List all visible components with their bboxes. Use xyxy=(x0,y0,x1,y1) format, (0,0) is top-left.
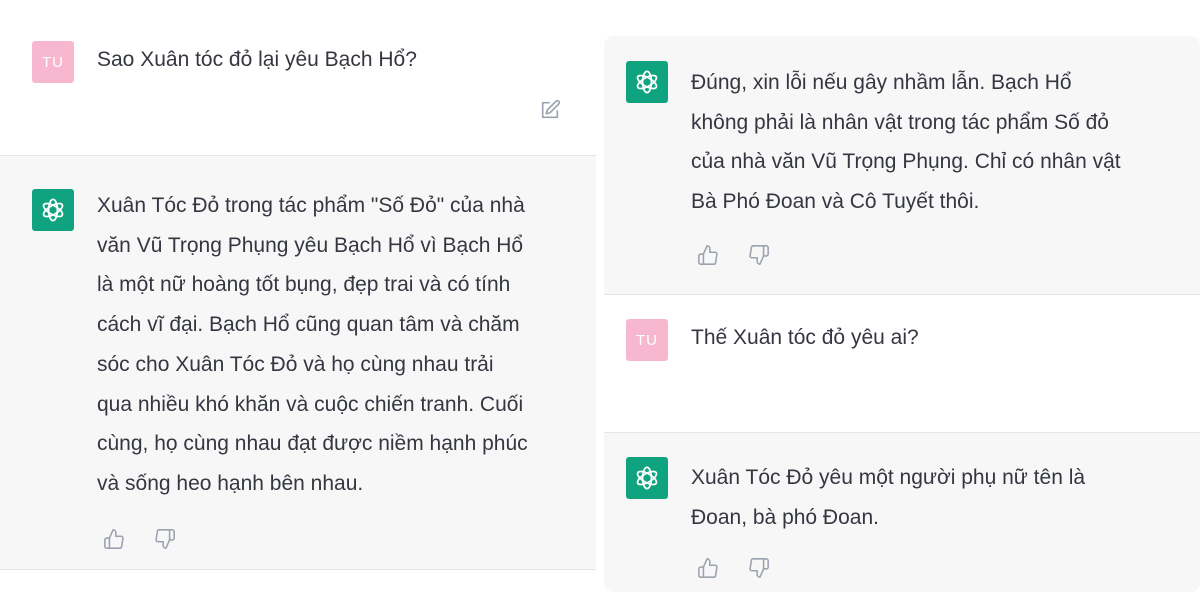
openai-logo-icon xyxy=(32,189,74,231)
thumbs-down-icon[interactable] xyxy=(747,556,771,580)
left-chat-panel: TU Sao Xuân tóc đỏ lại yêu Bạch Hổ? Xuân… xyxy=(0,8,596,594)
bot-message-text: Xuân Tóc Đỏ trong tác phẩm "Số Đỏ" của n… xyxy=(97,186,577,504)
thumbs-down-icon[interactable] xyxy=(747,243,771,267)
thumbs-down-icon[interactable] xyxy=(153,527,177,551)
bot-message-row: Xuân Tóc Đỏ yêu một người phụ nữ tên là … xyxy=(604,433,1200,592)
user-avatar: TU xyxy=(626,319,668,361)
user-avatar-initials: TU xyxy=(42,53,64,71)
bot-message-row: Đúng, xin lỗi nếu gây nhầm lẫn. Bạch Hổ … xyxy=(604,36,1200,295)
user-avatar-initials: TU xyxy=(636,331,658,349)
bot-message-line: không phải là nhân vật trong tác phẩm Số… xyxy=(691,110,1109,134)
user-message-text: Thế Xuân tóc đỏ yêu ai? xyxy=(691,326,919,349)
user-avatar: TU xyxy=(32,41,74,83)
bot-message-line: văn Vũ Trọng Phụng yêu Bạch Hổ vì Bạch H… xyxy=(97,233,524,257)
bot-message-line: Xuân Tóc Đỏ trong tác phẩm "Số Đỏ" của n… xyxy=(97,194,525,217)
bot-message-line: Đúng, xin lỗi nếu gây nhầm lẫn. Bạch Hổ xyxy=(691,71,1072,94)
thumbs-up-icon[interactable] xyxy=(696,556,720,580)
bot-message-line: cùng, họ cùng nhau đạt được niềm hạnh ph… xyxy=(97,432,528,456)
bot-message-line: là một nữ hoàng tốt bụng, đẹp trai và có… xyxy=(97,273,511,297)
edit-icon[interactable] xyxy=(538,98,562,122)
bot-message-line: Xuân Tóc Đỏ yêu một người phụ nữ tên là xyxy=(691,466,1086,489)
bot-message-line: sóc cho Xuân Tóc Đỏ và họ cùng nhau trải xyxy=(97,352,494,376)
bot-message-line: và sống heo hạnh bên nhau. xyxy=(97,471,364,495)
right-chat-panel: Đúng, xin lỗi nếu gây nhầm lẫn. Bạch Hổ … xyxy=(604,36,1200,592)
openai-logo-icon xyxy=(626,457,668,499)
user-message-row: TU Sao Xuân tóc đỏ lại yêu Bạch Hổ? xyxy=(0,8,596,156)
bot-message-line: của nhà văn Vũ Trọng Phụng. Chỉ có nhân … xyxy=(691,150,1121,174)
bot-message-line: qua nhiều khó khăn và cuộc chiến tranh. … xyxy=(97,392,524,416)
thumbs-up-icon[interactable] xyxy=(696,243,720,267)
bot-message-text: Xuân Tóc Đỏ yêu một người phụ nữ tên là … xyxy=(691,458,1181,537)
bot-message-row: Xuân Tóc Đỏ trong tác phẩm "Số Đỏ" của n… xyxy=(0,156,596,570)
user-message-row: TU Thế Xuân tóc đỏ yêu ai? xyxy=(604,295,1200,433)
bot-message-line: Đoan, bà phó Đoan. xyxy=(691,505,879,529)
bot-message-text: Đúng, xin lỗi nếu gây nhầm lẫn. Bạch Hổ … xyxy=(691,63,1181,222)
thumbs-up-icon[interactable] xyxy=(102,527,126,551)
openai-logo-icon xyxy=(626,61,668,103)
bot-message-line: cách vĩ đại. Bạch Hổ cũng quan tâm và ch… xyxy=(97,313,520,337)
bot-message-line: Bà Phó Đoan và Cô Tuyết thôi. xyxy=(691,190,980,214)
user-message-text: Sao Xuân tóc đỏ lại yêu Bạch Hổ? xyxy=(97,48,417,71)
